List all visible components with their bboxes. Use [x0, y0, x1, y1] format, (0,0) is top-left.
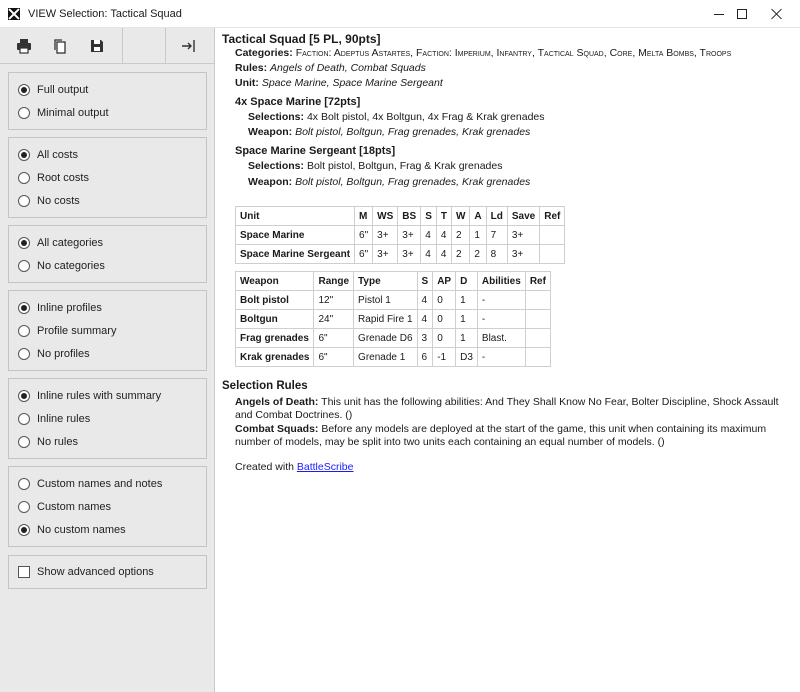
no-custom-names-radio[interactable]: No custom names [18, 522, 126, 538]
radio-selected-icon [18, 302, 30, 314]
inline-rules-radio[interactable]: Inline rules [18, 411, 90, 427]
table-row: Boltgun 24" Rapid Fire 1 4 0 1 - [234, 309, 551, 329]
battlescribe-link[interactable]: BattleScribe [297, 461, 354, 473]
radio-selected-icon [18, 237, 30, 249]
radio-icon [18, 107, 30, 119]
root-costs-radio[interactable]: Root costs [18, 170, 89, 186]
costs-options-group: All costs Root costs No costs [8, 137, 207, 218]
sergeant-selections: Selections: Bolt pistol, Boltgun, Frag &… [248, 160, 503, 172]
space-marine-heading: 4x Space Marine [72pts] [235, 96, 361, 108]
window-title: VIEW Selection: Tactical Squad [28, 7, 182, 20]
radio-icon [18, 172, 30, 184]
table-row: Space Marine Sergeant 6" 3+ 3+ 4 4 2 2 8… [234, 244, 566, 264]
unit-unit-line: Unit: Space Marine, Space Marine Sergean… [235, 77, 443, 89]
radio-selected-icon [18, 390, 30, 402]
exit-button[interactable] [180, 37, 198, 55]
no-profiles-radio[interactable]: No profiles [18, 346, 90, 362]
categories-options-group: All categories No categories [8, 225, 207, 283]
copy-button[interactable] [51, 37, 69, 55]
rules-options-group: Inline rules with summary Inline rules N… [8, 378, 207, 459]
radio-selected-icon [18, 149, 30, 161]
unit-categories-line: Categories: Faction: Adeptus Astartes, F… [235, 47, 732, 59]
selection-rules-heading: Selection Rules [222, 380, 308, 392]
table-row: Bolt pistol 12" Pistol 1 4 0 1 - [234, 290, 551, 310]
no-categories-radio[interactable]: No categories [18, 258, 105, 274]
unit-rules-value: Angels of Death, Combat Squads [270, 62, 426, 74]
space-marine-weapons: Weapon: Bolt pistol, Boltgun, Frag grena… [248, 126, 531, 138]
footer-credit: Created with BattleScribe [235, 461, 354, 473]
app-logo-icon [8, 7, 20, 20]
toolbar-divider [165, 28, 166, 64]
custom-names-radio[interactable]: Custom names [18, 499, 111, 515]
rule-angels-of-death: Angels of Death: This unit has the follo… [235, 396, 779, 421]
unit-rules-line: Rules: Angels of Death, Combat Squads [235, 62, 426, 74]
print-icon [17, 39, 31, 54]
table-row: Frag grenades 6" Grenade D6 3 0 1 Blast. [234, 328, 551, 348]
exit-icon [182, 40, 195, 52]
close-icon [771, 8, 783, 20]
title-bar: VIEW Selection: Tactical Squad [0, 0, 800, 28]
radio-icon [18, 413, 30, 425]
profile-summary-radio[interactable]: Profile summary [18, 323, 116, 339]
table-row: Space Marine 6" 3+ 3+ 4 4 2 1 7 3+ [234, 225, 566, 245]
radio-icon [18, 325, 30, 337]
table-header-row: Weapon Range Type S AP D Abilities Ref [234, 271, 551, 291]
profiles-options-group: Inline profiles Profile summary No profi… [8, 290, 207, 371]
toolbar [0, 28, 214, 64]
radio-selected-icon [18, 524, 30, 536]
custom-names-notes-radio[interactable]: Custom names and notes [18, 476, 162, 492]
radio-icon [18, 478, 30, 490]
radio-icon [18, 348, 30, 360]
unit-categories-value: Faction: Adeptus Astartes, Faction: Impe… [295, 47, 732, 59]
radio-icon [18, 501, 30, 513]
checkbox-icon [18, 566, 30, 578]
maximize-icon [737, 9, 747, 19]
output-options-group: Full output Minimal output [8, 72, 207, 130]
radio-icon [18, 260, 30, 272]
minimal-output-radio[interactable]: Minimal output [18, 105, 109, 121]
sergeant-heading: Space Marine Sergeant [18pts] [235, 145, 396, 157]
toolbar-divider [122, 28, 123, 64]
rule-combat-squads: Combat Squads: Before any models are dep… [235, 423, 767, 448]
table-row: Krak grenades 6" Grenade 1 6 -1 D3 - [234, 347, 551, 367]
save-button[interactable] [88, 37, 106, 55]
unit-heading: Tactical Squad [5 PL, 90pts] [222, 32, 381, 46]
advanced-options-group: Show advanced options [8, 555, 207, 589]
table-header-row: Unit M WS BS S T W A Ld Save Ref [234, 206, 566, 226]
selection-view: Tactical Squad [5 PL, 90pts] Categories:… [215, 28, 800, 692]
weapon-profile-table: Weapon Range Type S AP D Abilities Ref B… [234, 271, 551, 367]
inline-profiles-radio[interactable]: Inline profiles [18, 300, 102, 316]
radio-icon [18, 436, 30, 448]
no-costs-radio[interactable]: No costs [18, 193, 80, 209]
inline-rules-summary-radio[interactable]: Inline rules with summary [18, 388, 161, 404]
names-options-group: Custom names and notes Custom names No c… [8, 466, 207, 547]
space-marine-selections: Selections: 4x Bolt pistol, 4x Boltgun, … [248, 111, 545, 123]
save-icon [91, 40, 103, 52]
copy-icon [54, 39, 66, 54]
sergeant-weapons: Weapon: Bolt pistol, Boltgun, Frag grena… [248, 176, 531, 188]
all-categories-radio[interactable]: All categories [18, 235, 103, 251]
all-costs-radio[interactable]: All costs [18, 147, 78, 163]
unit-profile-table: Unit M WS BS S T W A Ld Save Ref Space M… [234, 206, 566, 264]
radio-selected-icon [18, 84, 30, 96]
options-sidebar: Full output Minimal output All costs Roo… [0, 28, 215, 692]
no-rules-radio[interactable]: No rules [18, 434, 78, 450]
close-button[interactable] [754, 0, 800, 28]
unit-unit-value: Space Marine, Space Marine Sergeant [261, 77, 443, 89]
full-output-radio[interactable]: Full output [18, 82, 88, 98]
radio-icon [18, 195, 30, 207]
show-advanced-checkbox[interactable]: Show advanced options [18, 564, 154, 580]
print-button[interactable] [15, 37, 33, 55]
